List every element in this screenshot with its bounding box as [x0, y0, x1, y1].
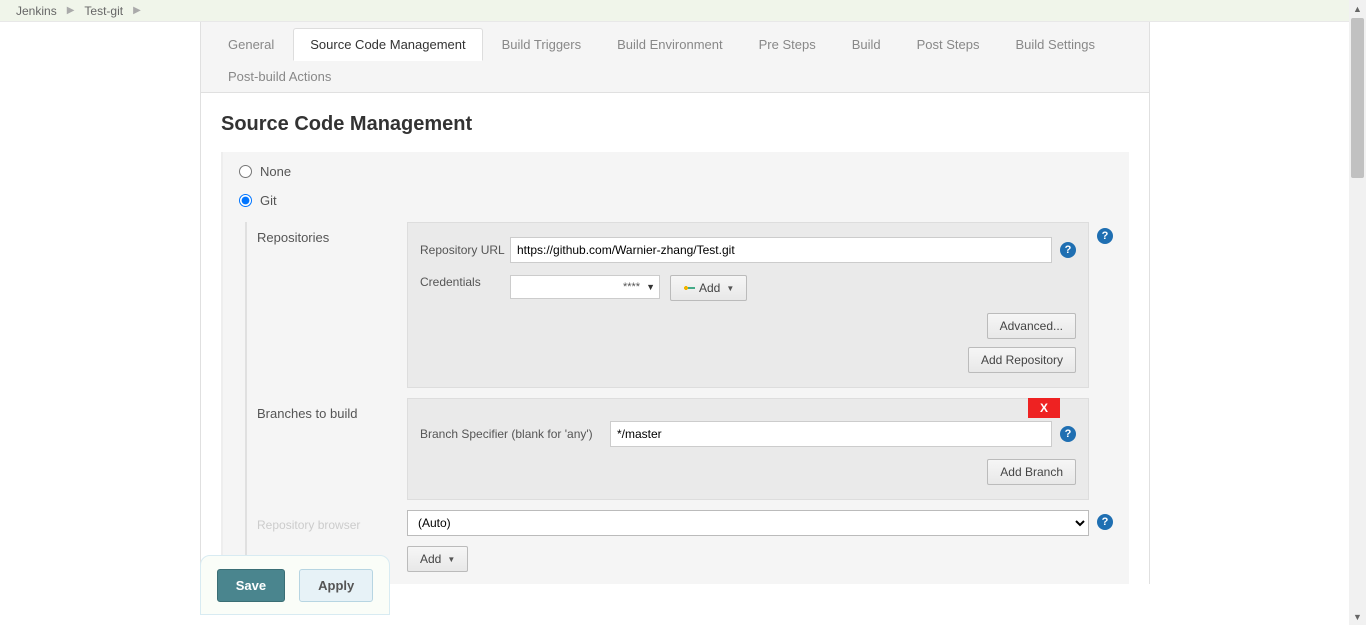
- tab-post-build[interactable]: Post-build Actions: [211, 60, 348, 92]
- scroll-up-arrow[interactable]: ▲: [1349, 0, 1366, 17]
- tab-build-settings[interactable]: Build Settings: [999, 28, 1113, 60]
- key-icon: [683, 284, 695, 292]
- chevron-down-icon: ▼: [646, 282, 655, 292]
- repositories-label: Repositories: [257, 222, 407, 388]
- tab-pre-steps[interactable]: Pre Steps: [742, 28, 833, 60]
- scm-radio-none[interactable]: None: [239, 164, 1113, 179]
- add-cred-label: Add: [699, 281, 720, 295]
- footer-actions: Save Apply: [200, 555, 390, 615]
- chevron-down-icon: ▼: [726, 284, 734, 293]
- breadcrumb-root[interactable]: Jenkins: [16, 4, 57, 18]
- branches-label: Branches to build: [257, 398, 407, 500]
- repo-url-label: Repository URL: [420, 243, 510, 257]
- scroll-down-arrow[interactable]: ▼: [1349, 608, 1366, 625]
- tab-build[interactable]: Build: [835, 28, 898, 60]
- breadcrumb-item[interactable]: Test-git: [84, 4, 123, 18]
- chevron-down-icon: ▼: [447, 555, 455, 564]
- save-button[interactable]: Save: [217, 569, 285, 602]
- help-icon[interactable]: ?: [1060, 426, 1076, 442]
- credentials-select[interactable]: **** ▼: [510, 275, 660, 299]
- add-behaviour-button[interactable]: Add ▼: [407, 546, 468, 572]
- repo-browser-label: Repository browser: [257, 514, 407, 532]
- tab-build-triggers[interactable]: Build Triggers: [485, 28, 598, 60]
- scm-form: None Git Repositories Repository URL: [221, 152, 1129, 584]
- branch-spec-label: Branch Specifier (blank for 'any'): [420, 427, 610, 441]
- tab-post-steps[interactable]: Post Steps: [900, 28, 997, 60]
- outer-scrollbar[interactable]: ▲ ▼: [1349, 0, 1366, 625]
- help-icon[interactable]: ?: [1097, 514, 1113, 530]
- chevron-right-icon: ▶: [67, 5, 75, 16]
- radio-git[interactable]: [239, 194, 252, 207]
- credentials-value: ****: [623, 281, 640, 293]
- apply-button[interactable]: Apply: [299, 569, 373, 602]
- radio-git-label: Git: [260, 193, 277, 208]
- add-behaviour-label: Add: [420, 552, 441, 566]
- repo-url-input[interactable]: [510, 237, 1052, 263]
- repository-panel: Repository URL ? Credentials **** ▼: [407, 222, 1089, 388]
- repo-browser-select[interactable]: (Auto): [407, 510, 1089, 536]
- add-branch-button[interactable]: Add Branch: [987, 459, 1076, 485]
- help-icon[interactable]: ?: [1060, 242, 1076, 258]
- chevron-right-icon: ▶: [133, 5, 141, 16]
- scm-radio-git[interactable]: Git: [239, 193, 1113, 208]
- breadcrumb: Jenkins ▶ Test-git ▶: [0, 0, 1366, 22]
- branch-panel: X Branch Specifier (blank for 'any') ? A…: [407, 398, 1089, 500]
- tab-scm[interactable]: Source Code Management: [293, 28, 482, 61]
- content-area: Source Code Management None Git Reposito…: [201, 93, 1149, 584]
- add-credentials-button[interactable]: Add ▼: [670, 275, 747, 301]
- credentials-label: Credentials: [420, 275, 510, 289]
- radio-none-label: None: [260, 164, 291, 179]
- branch-spec-input[interactable]: [610, 421, 1052, 447]
- page-title: Source Code Management: [221, 113, 1129, 136]
- scroll-thumb[interactable]: [1351, 18, 1364, 178]
- tab-general[interactable]: General: [211, 28, 291, 60]
- add-repository-button[interactable]: Add Repository: [968, 347, 1076, 373]
- git-config-block: Repositories Repository URL ? Credential…: [245, 222, 1113, 572]
- help-icon[interactable]: ?: [1097, 228, 1113, 244]
- config-panel: General Source Code Management Build Tri…: [200, 22, 1150, 584]
- tab-build-env[interactable]: Build Environment: [600, 28, 740, 60]
- radio-none[interactable]: [239, 165, 252, 178]
- advanced-button[interactable]: Advanced...: [987, 313, 1076, 339]
- tab-bar: General Source Code Management Build Tri…: [201, 22, 1149, 93]
- delete-branch-button[interactable]: X: [1028, 398, 1060, 418]
